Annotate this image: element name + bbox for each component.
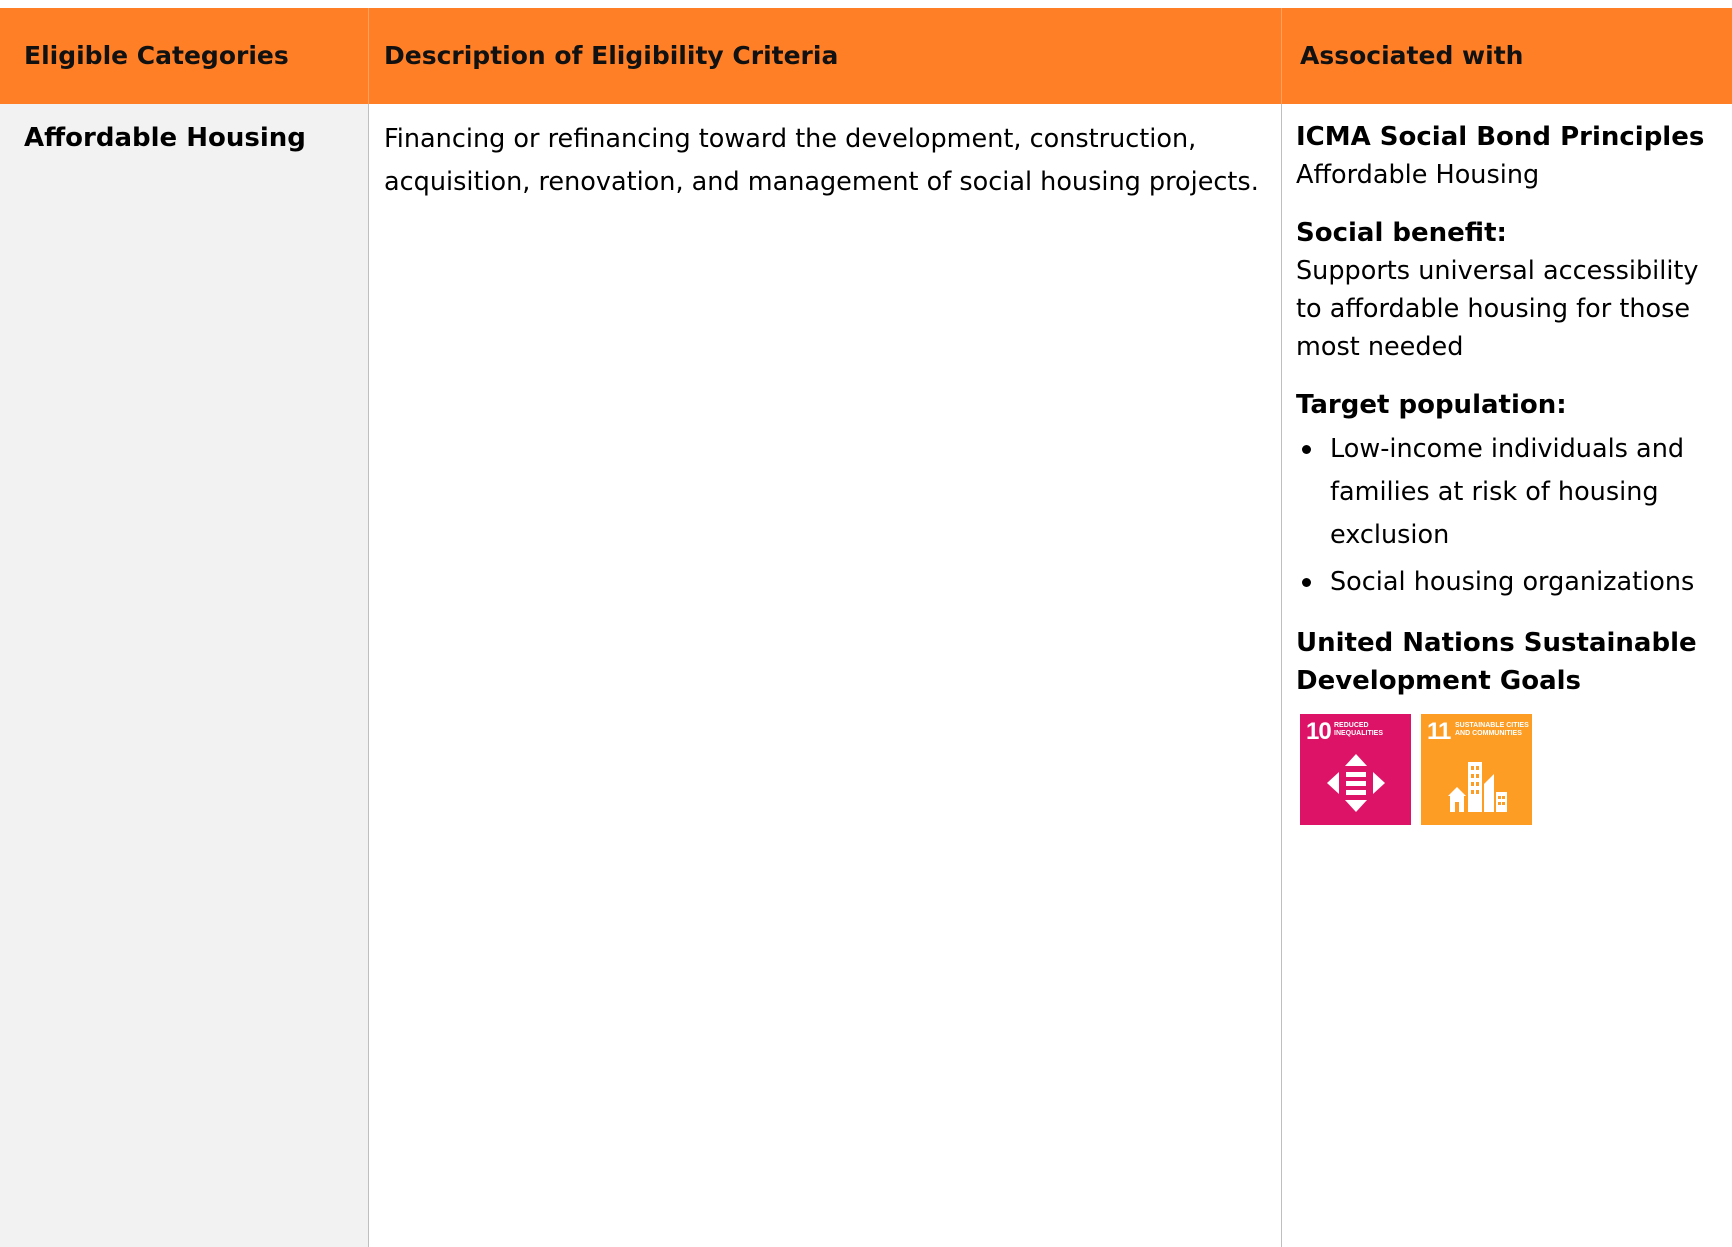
- benefit-text: Supports universal accessibility to affo…: [1296, 256, 1699, 362]
- principles-value: Affordable Housing: [1296, 160, 1540, 190]
- header-divider: [1281, 8, 1282, 104]
- principles-block: ICMA Social Bond Principles Affordable H…: [1296, 118, 1726, 194]
- header-associated-with: Associated with: [1300, 41, 1524, 70]
- target-block: Target population: Low-income individual…: [1296, 386, 1726, 604]
- eligibility-table: Eligible Categories Description of Eligi…: [0, 8, 1732, 1247]
- sdg-number: 10: [1306, 718, 1332, 745]
- sdg-badge-11: 11 SUSTAINABLE CITIES AND COMMUNITIES: [1421, 714, 1532, 825]
- sdg-badges: 10 REDUCED INEQUALITIES 11 SUSTAINABLE C…: [1296, 714, 1726, 825]
- sdg-number: 11: [1427, 718, 1451, 745]
- target-heading: Target population:: [1296, 390, 1567, 420]
- reduced-inequalities-icon: [1327, 754, 1385, 812]
- list-item: Low-income individuals and families at r…: [1296, 428, 1726, 557]
- column-divider: [368, 104, 369, 1247]
- bullet-icon: [1302, 578, 1311, 587]
- list-item: Social housing organizations: [1296, 561, 1726, 604]
- column-divider: [1281, 104, 1282, 1247]
- sustainable-cities-icon: [1448, 762, 1507, 812]
- header-divider: [368, 8, 369, 104]
- bullet-icon: [1302, 445, 1311, 454]
- list-item-text: Social housing organizations: [1330, 567, 1695, 597]
- header-eligible-categories: Eligible Categories: [24, 41, 289, 70]
- sdg-block: United Nations Sustainable Development G…: [1296, 624, 1726, 825]
- list-item-text: Low-income individuals and families at r…: [1330, 434, 1685, 550]
- benefit-block: Social benefit: Supports universal acces…: [1296, 214, 1726, 366]
- category-column-background: [0, 104, 368, 1247]
- header-description: Description of Eligibility Criteria: [384, 41, 839, 70]
- table-header-row: Eligible Categories Description of Eligi…: [0, 8, 1732, 104]
- principles-heading: ICMA Social Bond Principles: [1296, 122, 1705, 152]
- sdg-title: REDUCED INEQUALITIES: [1334, 722, 1384, 737]
- sdg-title: SUSTAINABLE CITIES AND COMMUNITIES: [1455, 722, 1529, 737]
- associated-cell: ICMA Social Bond Principles Affordable H…: [1296, 118, 1726, 825]
- description-cell: Financing or refinancing toward the deve…: [384, 124, 1259, 197]
- target-list: Low-income individuals and families at r…: [1296, 428, 1726, 604]
- sdg-heading: United Nations Sustainable Development G…: [1296, 628, 1697, 696]
- document-page: Eligible Categories Description of Eligi…: [0, 0, 1732, 1247]
- category-cell: Affordable Housing: [24, 123, 306, 153]
- sdg-badge-10: 10 REDUCED INEQUALITIES: [1300, 714, 1411, 825]
- benefit-heading: Social benefit:: [1296, 218, 1507, 248]
